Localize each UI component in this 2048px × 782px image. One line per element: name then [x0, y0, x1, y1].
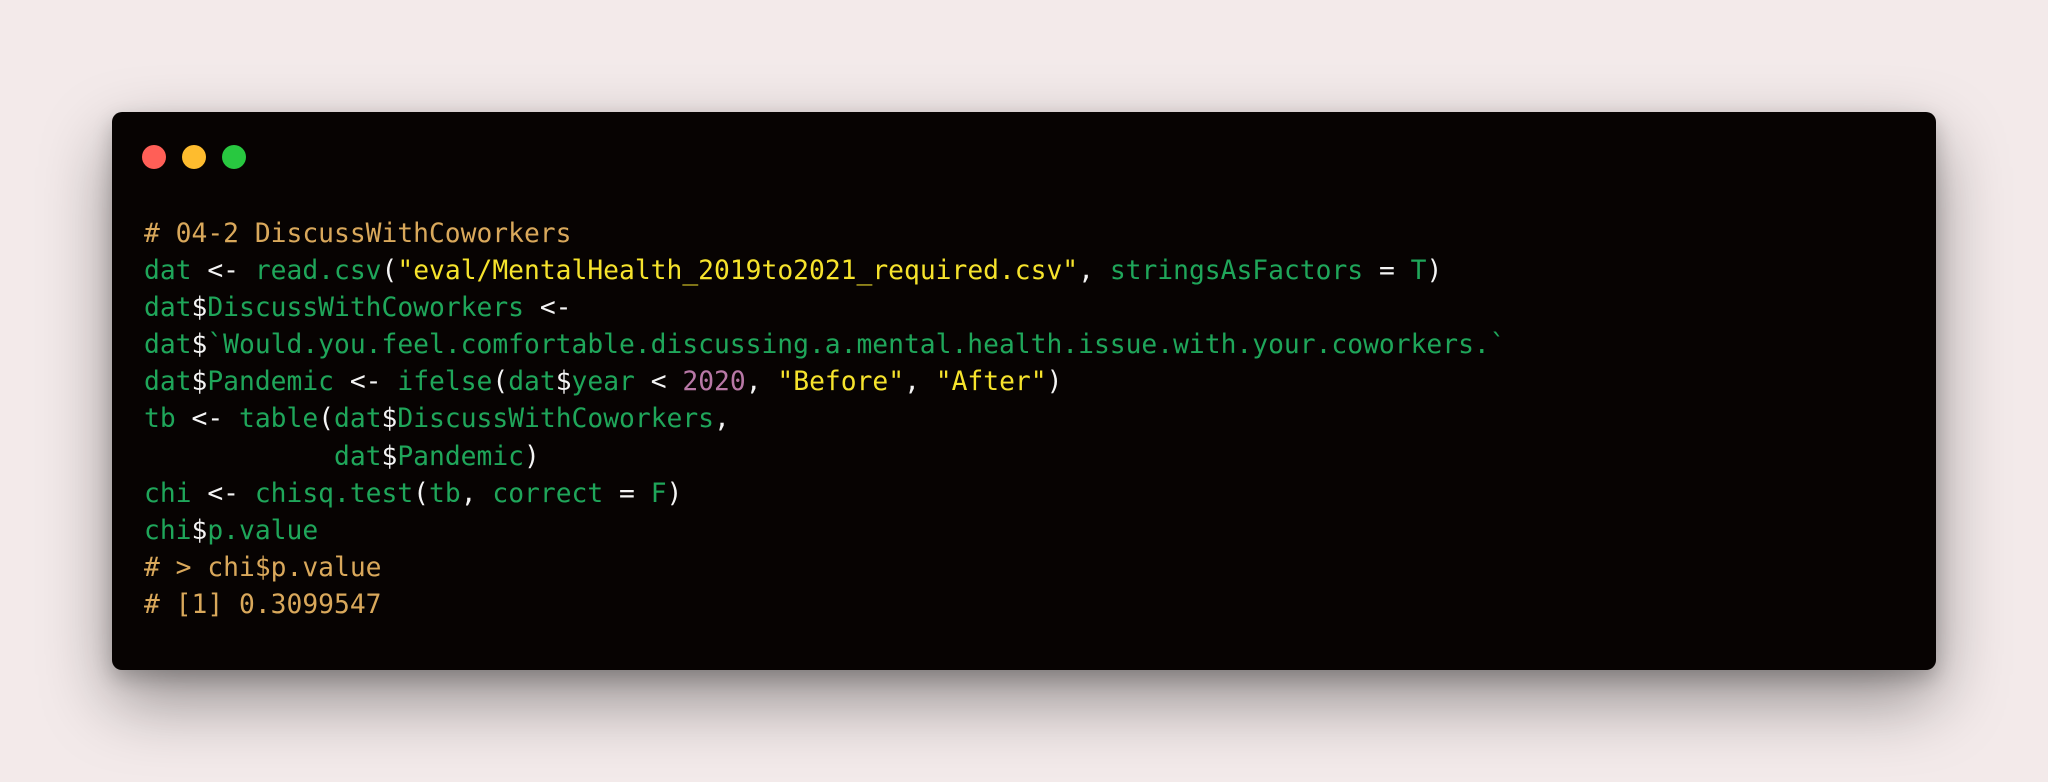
minimize-dot-icon[interactable] [182, 145, 206, 169]
code-identifier: DiscussWithCoworkers [207, 293, 524, 324]
code-string: "Before" [777, 367, 905, 398]
code-operator: = [1363, 256, 1411, 287]
code-operator: , [714, 404, 730, 435]
code-line: chi <- chisq.test(tb, correct = F) [144, 476, 1506, 513]
code-identifier: dat [144, 367, 192, 398]
code-line: # [1] 0.3099547 [144, 587, 1506, 624]
code-identifier: F [650, 478, 667, 509]
code-operator: ( [381, 256, 398, 287]
code-identifier: tb [144, 404, 176, 435]
code-identifier: dat [144, 256, 192, 287]
code-identifier: dat [334, 404, 382, 435]
code-operator: $ [381, 404, 398, 435]
code-operator: $ [381, 441, 398, 472]
code-identifier: stringsAsFactors [1109, 256, 1364, 287]
code-operator: , [1078, 256, 1110, 287]
code-line: dat$Pandemic) [144, 439, 1506, 476]
code-identifier: dat [144, 330, 192, 361]
code-identifier: chi [144, 478, 192, 509]
code-identifier: read.csv [254, 256, 382, 287]
code-operator: $ [191, 515, 208, 546]
code-identifier: table [239, 404, 319, 435]
code-operator: , [904, 367, 936, 398]
code-identifier: Pandemic [397, 441, 525, 472]
code-identifier: `Would.you.feel.comfortable.discussing.a… [207, 330, 1506, 361]
code-operator: < [634, 367, 683, 398]
code-identifier: chisq.test [254, 478, 414, 509]
code-line: # > chi$p.value [144, 550, 1506, 587]
code-operator: <- [191, 478, 255, 509]
code-identifier: T [1410, 256, 1427, 287]
code-identifier: tb [429, 478, 461, 509]
code-operator: $ [191, 330, 208, 361]
code-identifier: dat [334, 441, 382, 472]
code-line: dat$Pandemic <- ifelse(dat$year < 2020, … [144, 364, 1506, 401]
code-operator: ) [666, 478, 683, 509]
code-identifier: year [571, 367, 635, 398]
close-dot-icon[interactable] [142, 145, 166, 169]
code-operator: ) [1426, 256, 1443, 287]
code-comment: # 04-2 DiscussWithCoworkers [144, 219, 572, 249]
code-identifier: correct [492, 478, 604, 509]
code-identifier: dat [144, 293, 192, 324]
code-number: 2020 [682, 367, 746, 398]
code-comment: # > chi$p.value [144, 552, 382, 583]
code-window: # 04-2 DiscussWithCoworkers dat <- read.c… [112, 112, 1936, 670]
code-identifier: Pandemic [207, 367, 335, 398]
code-operator: <- [175, 404, 240, 435]
code-operator: ( [318, 404, 335, 435]
code-string: "eval/MentalHealth_2019to2021_required.c… [397, 256, 1079, 287]
maximize-dot-icon[interactable] [222, 145, 246, 169]
code-line: dat$`Would.you.feel.comfortable.discussi… [144, 327, 1506, 364]
code-operator: <- [334, 367, 398, 398]
code-operator: <- [191, 256, 255, 287]
code-operator: = [603, 478, 651, 509]
code-line: # 04-2 DiscussWithCoworkers [144, 216, 1506, 253]
code-identifier: DiscussWithCoworkers [397, 404, 715, 435]
code-operator: ) [524, 441, 540, 472]
code-operator: , [460, 478, 493, 509]
code-operator: <- [524, 293, 572, 324]
code-identifier: p.value [207, 515, 319, 546]
code-operator: $ [191, 367, 208, 398]
code-line: chi$p.value [144, 513, 1506, 550]
code-operator: ( [492, 367, 509, 398]
code-operator: $ [191, 293, 208, 324]
code-operator: ) [1046, 367, 1063, 398]
code-line: tb <- table(dat$DiscussWithCoworkers, [144, 401, 1506, 438]
code-string: "After" [935, 367, 1047, 398]
code-identifier: chi [144, 515, 192, 546]
code-identifier: ifelse [397, 367, 493, 398]
code-block: # 04-2 DiscussWithCoworkers dat <- read.c… [144, 216, 1506, 624]
window-controls [142, 145, 246, 169]
code-operator [144, 442, 334, 472]
code-operator: $ [555, 367, 572, 398]
code-operator: ( [413, 478, 430, 509]
code-line: dat <- read.csv("eval/MentalHealth_2019t… [144, 253, 1506, 290]
code-identifier: dat [508, 367, 556, 398]
code-comment: # [1] 0.3099547 [144, 589, 382, 620]
code-operator: , [745, 367, 778, 398]
code-line: dat$DiscussWithCoworkers <- [144, 290, 1506, 327]
